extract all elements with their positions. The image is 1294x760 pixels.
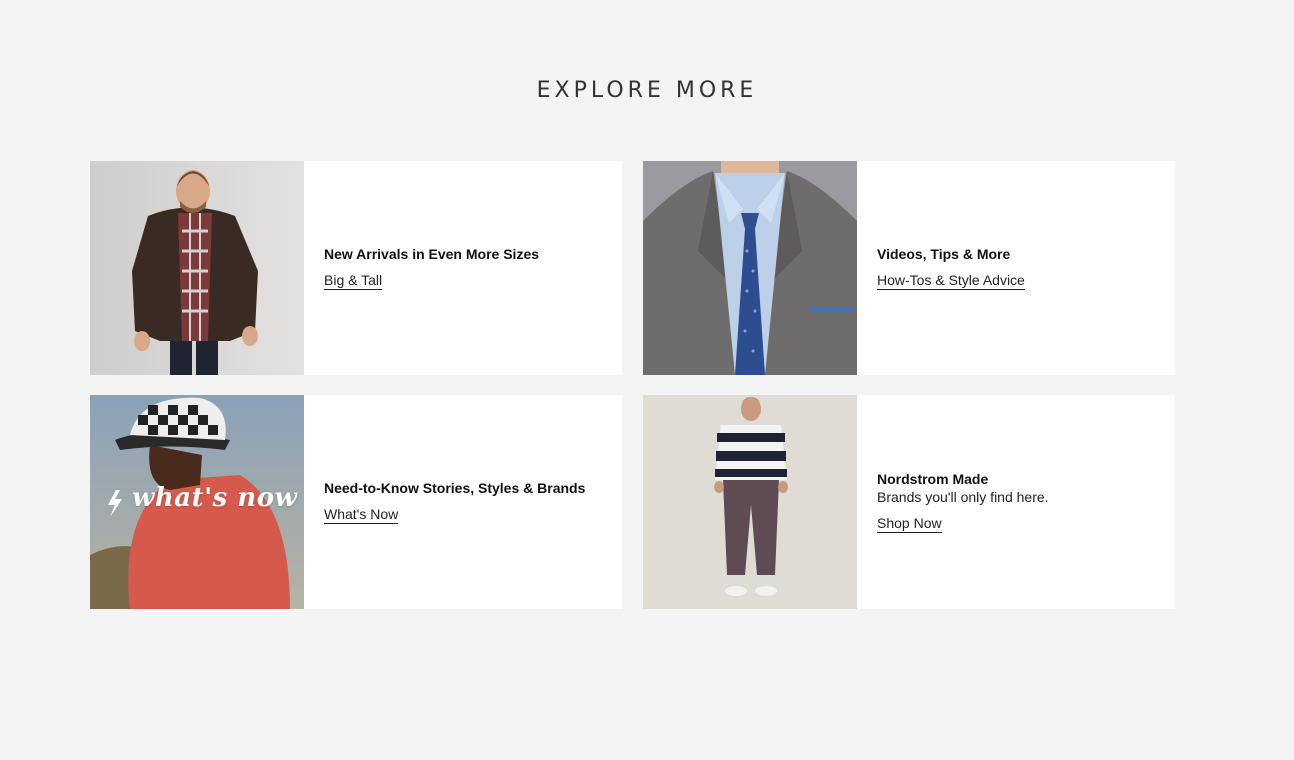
card-style-advice[interactable]: Videos, Tips & More How-Tos & Style Advi…: [643, 161, 1175, 375]
whats-now-link[interactable]: What's Now: [324, 506, 399, 524]
card-image[interactable]: [643, 161, 857, 375]
card-image[interactable]: what's now: [90, 395, 304, 609]
card-body: Nordstrom Made Brands you'll only find h…: [857, 395, 1175, 609]
card-big-and-tall[interactable]: New Arrivals in Even More Sizes Big & Ta…: [90, 161, 622, 375]
whats-now-overlay-text: what's now: [132, 483, 298, 513]
big-and-tall-link[interactable]: Big & Tall: [324, 272, 383, 290]
card-nordstrom-made[interactable]: Nordstrom Made Brands you'll only find h…: [643, 395, 1175, 609]
section-heading: EXPLORE MORE: [536, 78, 758, 103]
card-image[interactable]: [643, 395, 857, 609]
card-title: Videos, Tips & More: [877, 246, 1011, 262]
shop-now-link[interactable]: Shop Now: [877, 515, 942, 533]
card-body: New Arrivals in Even More Sizes Big & Ta…: [304, 161, 622, 375]
card-title: Nordstrom Made: [877, 471, 989, 487]
card-title: Need-to-Know Stories, Styles & Brands: [324, 480, 586, 496]
style-advice-link[interactable]: How-Tos & Style Advice: [877, 272, 1025, 290]
card-image[interactable]: [90, 161, 304, 375]
card-body: Need-to-Know Stories, Styles & Brands Wh…: [304, 395, 622, 609]
card-whats-now[interactable]: what's now Need-to-Know Stories, Styles …: [90, 395, 622, 609]
card-title: New Arrivals in Even More Sizes: [324, 246, 540, 262]
suit-and-tie-photo: [643, 161, 857, 375]
striped-sweater-man-photo: [643, 395, 857, 609]
card-description: Brands you'll only find here.: [877, 489, 1049, 505]
explore-more-section: EXPLORE MORE New Arrivals in Even More S…: [0, 0, 1294, 760]
card-body: Videos, Tips & More How-Tos & Style Advi…: [857, 161, 1175, 375]
man-brown-jacket-photo: [90, 161, 304, 375]
